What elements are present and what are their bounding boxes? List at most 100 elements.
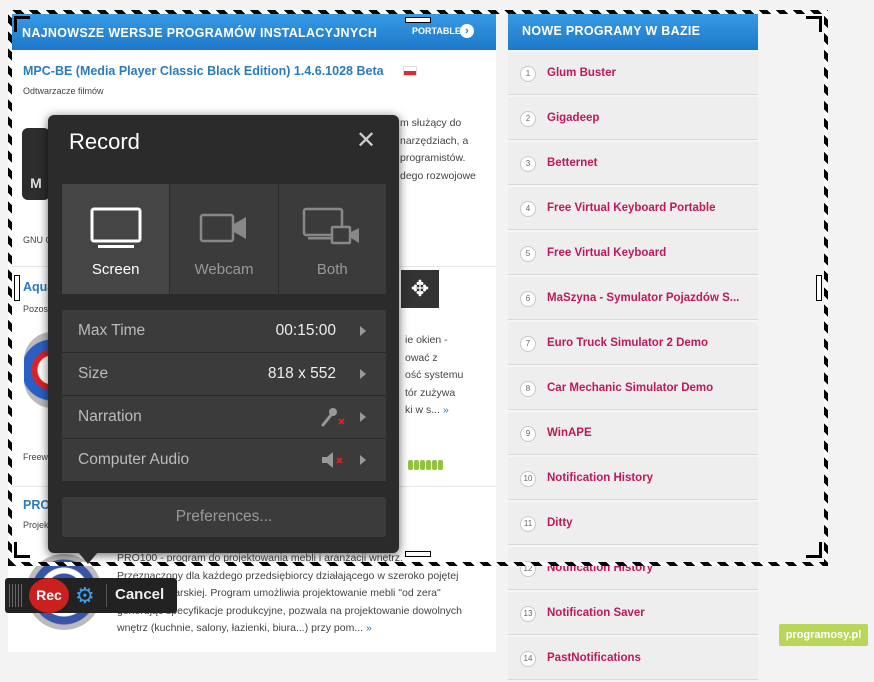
- chevron-right-icon: [360, 369, 366, 379]
- list-item[interactable]: 12 Notification History: [508, 547, 758, 590]
- rating-star: [408, 460, 413, 470]
- program-link[interactable]: Betternet: [547, 157, 597, 169]
- record-dialog: Record ✕ Screen Webcam Both Max Time 00:…: [48, 115, 399, 553]
- program-link[interactable]: Free Virtual Keyboard: [547, 247, 666, 259]
- entry-title-link[interactable]: MPC-BE (Media Player Classic Black Editi…: [23, 64, 384, 78]
- list-item[interactable]: 6 MaSzyna - Symulator Pojazdów S...: [508, 277, 758, 320]
- desc-line: narzędziach, a: [400, 134, 469, 147]
- list-item[interactable]: 13 Notification Saver: [508, 592, 758, 635]
- microphone-muted-icon: [321, 408, 345, 427]
- move-icon[interactable]: ✥: [401, 270, 439, 308]
- cancel-button[interactable]: Cancel: [115, 586, 164, 603]
- list-item[interactable]: 2 Gigadeep: [508, 97, 758, 140]
- setting-label: Computer Audio: [78, 451, 190, 468]
- program-link[interactable]: Notification Saver: [547, 607, 645, 619]
- program-link[interactable]: Car Mechanic Simulator Demo: [547, 382, 713, 394]
- portable-tab[interactable]: PORTABLE: [412, 26, 461, 36]
- screen-and-webcam-icon: [303, 207, 360, 245]
- drag-grip-handle[interactable]: [9, 584, 23, 607]
- desc-line: ki w s... »: [405, 404, 449, 416]
- entry-title-link[interactable]: PRO: [23, 498, 50, 512]
- list-item[interactable]: 1 Glum Buster: [508, 52, 758, 95]
- dialog-title: Record: [69, 129, 140, 154]
- resize-handle-bottom-left[interactable]: [14, 542, 30, 558]
- narration-row[interactable]: Narration: [62, 396, 386, 438]
- capture-mode-selector: Screen Webcam Both: [62, 184, 386, 294]
- polish-flag-icon: [403, 66, 417, 76]
- size-row[interactable]: Size 818 x 552: [62, 353, 386, 395]
- entry-category[interactable]: Odtwarzacze filmów: [23, 86, 104, 96]
- more-link[interactable]: »: [366, 622, 372, 634]
- rating-star: [420, 460, 425, 470]
- desc-line: dego rozwojowe: [400, 169, 476, 182]
- program-link[interactable]: MaSzyna - Symulator Pojazdów S...: [547, 292, 739, 304]
- portable-chevron-icon[interactable]: ›: [460, 24, 474, 38]
- close-icon[interactable]: ✕: [356, 129, 376, 153]
- rating-star: [432, 460, 437, 470]
- mode-webcam-button[interactable]: Webcam: [170, 184, 278, 294]
- resize-handle-left[interactable]: [14, 275, 20, 301]
- resize-handle-top[interactable]: [405, 17, 431, 23]
- item-number: 8: [520, 381, 536, 397]
- item-number: 11: [520, 516, 536, 532]
- list-item[interactable]: 3 Betternet: [508, 142, 758, 185]
- resize-handle-bottom[interactable]: [405, 551, 431, 557]
- program-link[interactable]: WinAPE: [547, 427, 592, 439]
- new-programs-header: NOWE PROGRAMY W BAZIE: [508, 10, 758, 50]
- max-time-value: 00:15:00: [275, 322, 336, 339]
- program-link[interactable]: Notification History: [547, 472, 653, 484]
- item-number: 12: [520, 561, 536, 577]
- program-link[interactable]: Glum Buster: [547, 67, 616, 79]
- entry-license: Freew: [23, 452, 49, 462]
- program-link[interactable]: Free Virtual Keyboard Portable: [547, 202, 716, 214]
- item-number: 6: [520, 291, 536, 307]
- program-link[interactable]: Notification History: [547, 562, 653, 574]
- list-item[interactable]: 7 Euro Truck Simulator 2 Demo: [508, 322, 758, 365]
- resize-handle-right[interactable]: [816, 275, 822, 301]
- max-time-row[interactable]: Max Time 00:15:00: [62, 310, 386, 352]
- list-item[interactable]: 14 PastNotifications: [508, 637, 758, 680]
- mode-label: Screen: [91, 261, 140, 278]
- latest-installers-header: NAJNOWSZE WERSJE PROGRAMÓW INSTALACYJNYC…: [8, 10, 496, 50]
- rating-star: [426, 460, 431, 470]
- list-item[interactable]: 5 Free Virtual Keyboard: [508, 232, 758, 275]
- rating-star: [414, 460, 419, 470]
- entry-category[interactable]: Pozost: [23, 304, 51, 314]
- entry-thumbnail[interactable]: M: [22, 128, 50, 200]
- more-link[interactable]: »: [443, 404, 449, 416]
- chevron-right-icon: [360, 412, 366, 422]
- resize-handle-top-right[interactable]: [806, 16, 822, 32]
- item-number: 3: [520, 156, 536, 172]
- monitor-icon: [90, 207, 142, 248]
- list-item[interactable]: 11 Ditty: [508, 502, 758, 545]
- gear-icon[interactable]: ⚙: [75, 583, 95, 608]
- preferences-button[interactable]: Preferences...: [62, 497, 386, 537]
- entry-description: m służący do narzędziach, a programistów…: [400, 115, 476, 185]
- program-link[interactable]: Ditty: [547, 517, 573, 529]
- setting-label: Narration: [78, 408, 142, 425]
- item-number: 4: [520, 201, 536, 217]
- list-item[interactable]: 4 Free Virtual Keyboard Portable: [508, 187, 758, 230]
- desc-line: ować z: [405, 351, 438, 364]
- program-link[interactable]: Gigadeep: [547, 112, 599, 124]
- list-item[interactable]: 10 Notification History: [508, 457, 758, 500]
- dialog-pointer: [78, 552, 98, 564]
- mode-screen-button[interactable]: Screen: [62, 184, 170, 294]
- rec-button[interactable]: Rec: [29, 578, 69, 613]
- site-logo[interactable]: programosy.pl: [779, 624, 868, 646]
- list-item[interactable]: 9 WinAPE: [508, 412, 758, 455]
- resize-handle-bottom-right[interactable]: [806, 542, 822, 558]
- mode-both-button[interactable]: Both: [278, 184, 386, 294]
- list-item[interactable]: 8 Car Mechanic Simulator Demo: [508, 367, 758, 410]
- item-number: 9: [520, 426, 536, 442]
- rating-bar: [408, 460, 443, 470]
- recording-settings: Max Time 00:15:00 Size 818 x 552 Narrati…: [62, 310, 386, 482]
- desc-line: ie okien -: [405, 334, 448, 346]
- entry-category[interactable]: Projek: [23, 520, 49, 530]
- computer-audio-row[interactable]: Computer Audio: [62, 439, 386, 481]
- resize-handle-top-left[interactable]: [14, 16, 30, 32]
- program-link[interactable]: Euro Truck Simulator 2 Demo: [547, 337, 708, 349]
- new-programs-title: NOWE PROGRAMY W BAZIE: [522, 24, 701, 38]
- latest-installers-title: NAJNOWSZE WERSJE PROGRAMÓW INSTALACYJNYC…: [22, 26, 378, 40]
- program-link[interactable]: PastNotifications: [547, 652, 641, 664]
